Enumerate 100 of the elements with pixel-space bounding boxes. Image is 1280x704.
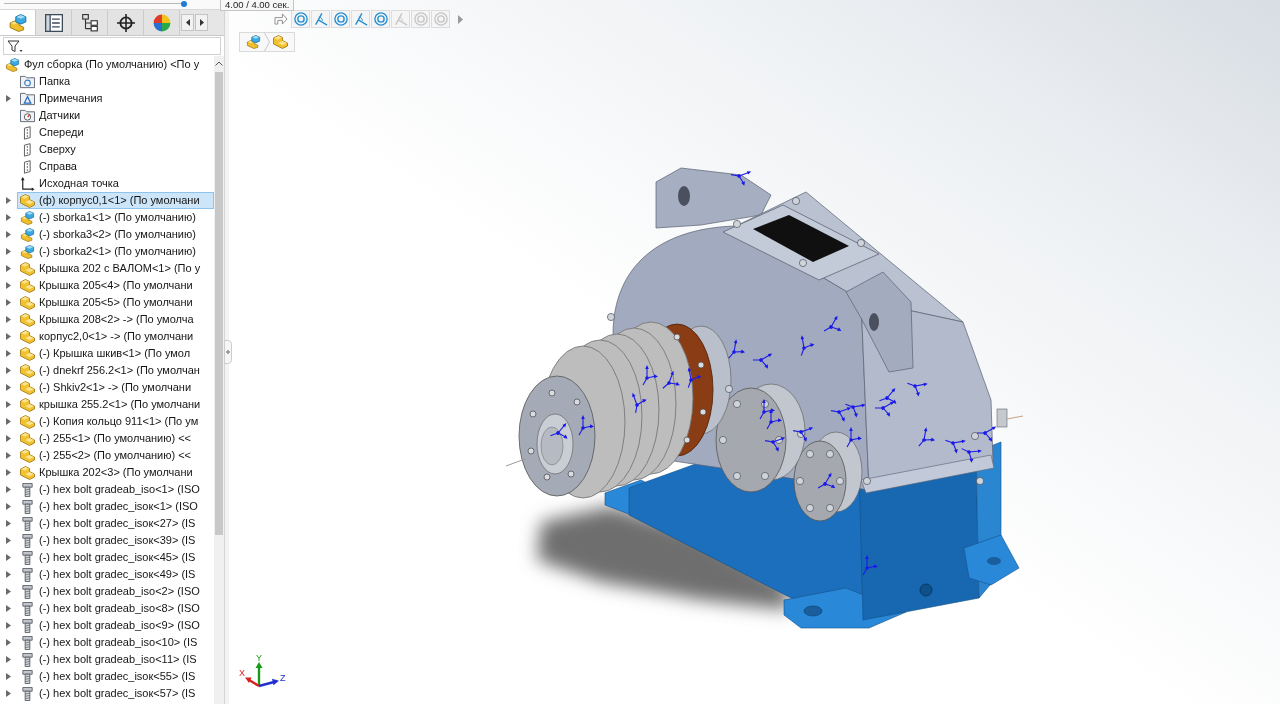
bent-arrow-icon[interactable] (274, 13, 288, 25)
expand-arrow-icon[interactable] (6, 571, 11, 578)
expand-arrow-icon[interactable] (6, 469, 11, 476)
scroll-up-icon[interactable] (215, 61, 223, 66)
toolbar-button[interactable] (291, 10, 310, 28)
tree-item[interactable]: Исходная точка (17, 175, 214, 192)
tree-item[interactable]: (-) hex bolt gradec_isoк<27> (IS (17, 515, 214, 532)
toolbar-button[interactable] (311, 10, 330, 28)
concentric-circles-icon (413, 12, 428, 26)
sensor-folder-icon (20, 108, 35, 123)
tree-item[interactable]: (-) Копия кольцо 911<1> (По ум (17, 413, 214, 430)
expand-arrow-icon[interactable] (6, 265, 11, 272)
tree-item[interactable]: (-) sborka3<2> (По умолчанию) (17, 226, 214, 243)
bolt-icon (20, 482, 35, 497)
expand-arrow-icon[interactable] (6, 622, 11, 629)
splitter-handle[interactable] (224, 340, 232, 364)
filter-icon[interactable] (7, 39, 23, 53)
tree-item[interactable]: Крышка 202<3> (По умолчани (17, 464, 214, 481)
tree-item[interactable]: (-) sborka2<1> (По умолчанию) (17, 243, 214, 260)
tree-item[interactable]: (-) dnekrf 256.2<1> (По умолчан (17, 362, 214, 379)
expand-arrow-icon[interactable] (6, 248, 11, 255)
expand-arrow-icon[interactable] (6, 435, 11, 442)
tree-item[interactable]: (-) hex bolt gradec_isoк<57> (IS (17, 685, 214, 702)
scroll-left-button[interactable] (181, 14, 194, 31)
tree-item[interactable]: (-) 255<2> (По умолчанию) << (17, 447, 214, 464)
part-icon (20, 363, 35, 378)
part-icon[interactable] (273, 35, 288, 49)
angle-icon (313, 12, 328, 26)
tree-item[interactable]: Датчики (17, 107, 214, 124)
expand-arrow-icon[interactable] (6, 401, 11, 408)
filter-field[interactable] (3, 37, 221, 55)
expand-arrow-icon[interactable] (6, 588, 11, 595)
tree-item[interactable]: (-) hex bolt gradec_isoк<45> (IS (17, 549, 214, 566)
tree-item[interactable]: (-) hex bolt gradeab_iso<11> (IS (17, 651, 214, 668)
tree-item[interactable]: (-) hex bolt gradeab_iso<1> (ISO (17, 481, 214, 498)
expand-arrow-icon[interactable] (6, 214, 11, 221)
tree-item[interactable]: (-) Shkiv2<1> -> (По умолчани (17, 379, 214, 396)
bolt-icon (20, 635, 35, 650)
expand-arrow-icon[interactable] (6, 316, 11, 323)
tree-item[interactable]: (ф) корпус0,1<1> (По умолчани (17, 192, 214, 209)
toolbar-button[interactable] (331, 10, 350, 28)
expand-arrow-icon[interactable] (6, 452, 11, 459)
timeline-thumb[interactable] (181, 1, 187, 7)
tree-item[interactable]: (-) hex bolt gradec_isoк<49> (IS (17, 566, 214, 583)
expand-arrow-icon[interactable] (6, 333, 11, 340)
toolbar-button[interactable] (351, 10, 370, 28)
tree-item[interactable]: Крышка 205<5> (По умолчани (17, 294, 214, 311)
tree-item[interactable]: Крышка 202 с ВАЛОМ<1> (По у (17, 260, 214, 277)
tree-item[interactable]: (-) hex bolt gradeab_iso<2> (ISO (17, 583, 214, 600)
expand-arrow-icon[interactable] (6, 554, 11, 561)
expand-arrow-icon[interactable] (6, 656, 11, 663)
tree-item[interactable]: Крышка 205<4> (По умолчани (17, 277, 214, 294)
tree-item[interactable]: Фул сборка (По умолчанию) <По у (2, 56, 214, 73)
expand-arrow-icon[interactable] (6, 537, 11, 544)
tree-item[interactable]: Крышка 208<2> -> (По умолча (17, 311, 214, 328)
tree-item[interactable]: Спереди (17, 124, 214, 141)
expand-arrow-icon[interactable] (6, 350, 11, 357)
assembly-icon[interactable] (246, 35, 261, 49)
tree-item[interactable]: Справа (17, 158, 214, 175)
expand-arrow-icon[interactable] (6, 282, 11, 289)
expand-arrow-icon[interactable] (6, 231, 11, 238)
tree-item[interactable]: (-) 255<1> (По умолчанию) << (17, 430, 214, 447)
scrollbar-thumb[interactable] (215, 72, 223, 535)
expand-arrow-icon[interactable] (6, 639, 11, 646)
expand-arrow-icon[interactable] (6, 95, 11, 102)
assembly-icon (5, 57, 20, 72)
scrollbar-track[interactable] (214, 56, 224, 704)
tree-item[interactable]: (-) hex bolt gradeab_iso<10> (IS (17, 634, 214, 651)
toolbar-button[interactable] (371, 10, 390, 28)
part-icon (20, 448, 35, 463)
list-icon (44, 13, 63, 32)
tree-item[interactable]: Примечания (17, 90, 214, 107)
triangle-right-icon[interactable] (458, 14, 463, 24)
annotation-folder-icon (20, 91, 35, 106)
scroll-right-button[interactable] (195, 14, 208, 31)
timeline-track[interactable] (4, 1, 184, 7)
tree-item[interactable]: (-) hex bolt gradec_isoк<1> (ISO (17, 498, 214, 515)
tree-item[interactable]: Сверху (17, 141, 214, 158)
expand-arrow-icon[interactable] (6, 690, 11, 697)
expand-arrow-icon[interactable] (6, 605, 11, 612)
expand-arrow-icon[interactable] (6, 486, 11, 493)
configuration-tree-icon (80, 13, 99, 32)
expand-arrow-icon[interactable] (6, 520, 11, 527)
expand-arrow-icon[interactable] (6, 418, 11, 425)
tree-item[interactable]: (-) sborka1<1> (По умолчанию) (17, 209, 214, 226)
expand-arrow-icon[interactable] (6, 197, 11, 204)
expand-arrow-icon[interactable] (6, 367, 11, 374)
expand-arrow-icon[interactable] (6, 673, 11, 680)
tree-item[interactable]: (-) hex bolt gradeab_iso<9> (ISO (17, 617, 214, 634)
tree-item[interactable]: (-) hex bolt gradec_isoк<55> (IS (17, 668, 214, 685)
expand-arrow-icon[interactable] (6, 503, 11, 510)
expand-arrow-icon[interactable] (6, 384, 11, 391)
tree-item[interactable]: крышка 255.2<1> (По умолчани (17, 396, 214, 413)
tree-item[interactable]: (-) hex bolt gradec_isoк<39> (IS (17, 532, 214, 549)
expand-arrow-icon[interactable] (6, 299, 11, 306)
tree-item[interactable]: (-) Крышка шкив<1> (По умол (17, 345, 214, 362)
tree-item[interactable]: корпус2,0<1> -> (По умолчани (17, 328, 214, 345)
tree-item[interactable]: (-) hex bolt gradeab_iso<8> (ISO (17, 600, 214, 617)
bolt-icon (20, 550, 35, 565)
tree-item[interactable]: Папка (17, 73, 214, 90)
